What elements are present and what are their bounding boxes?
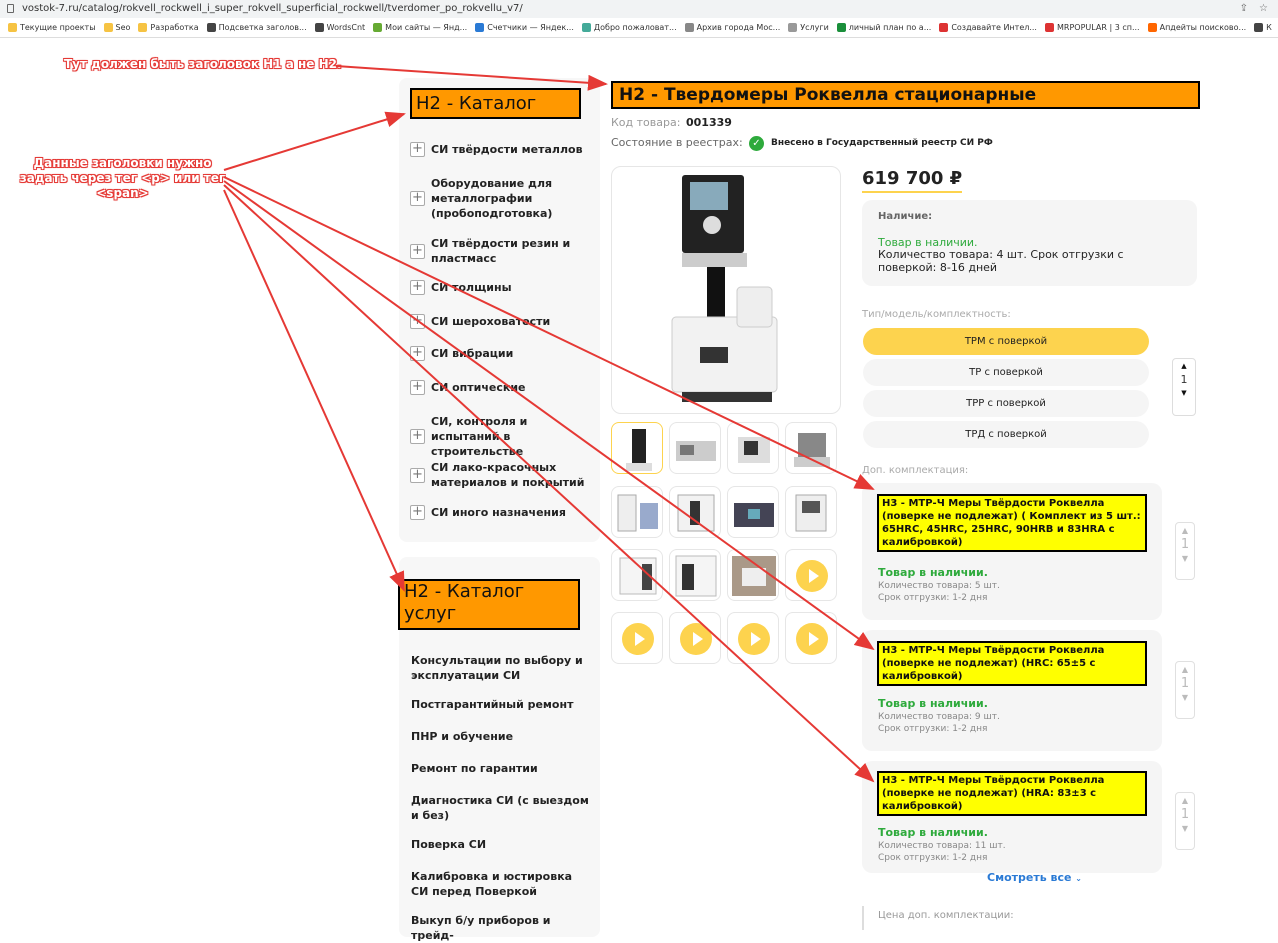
annotation-arrows xyxy=(223,65,875,783)
